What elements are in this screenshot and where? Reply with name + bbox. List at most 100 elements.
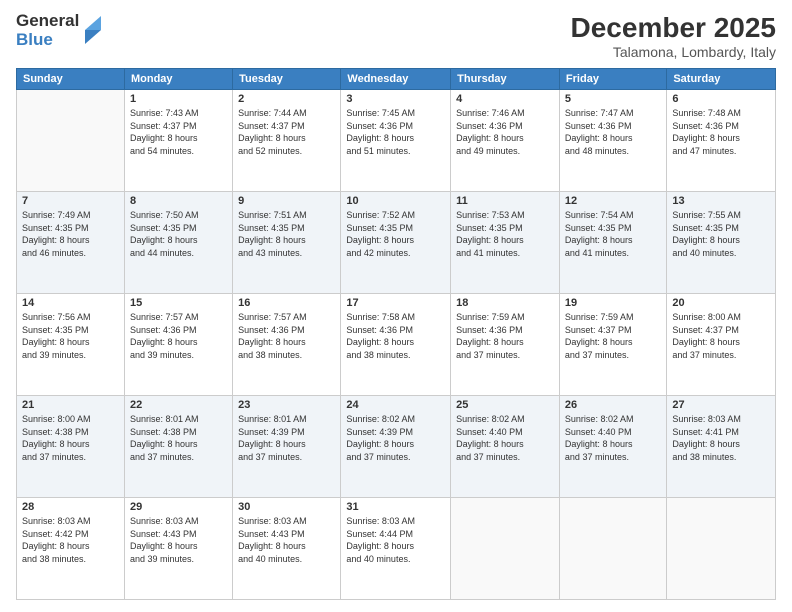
logo-icon (81, 16, 101, 46)
day-info: Sunrise: 7:50 AM Sunset: 4:35 PM Dayligh… (130, 209, 227, 259)
table-row: 26 Sunrise: 8:02 AM Sunset: 4:40 PM Dayli… (559, 396, 666, 498)
table-row: 11Sunrise: 7:53 AM Sunset: 4:35 PM Dayli… (451, 192, 560, 294)
day-info: Sunrise: 7:48 AM Sunset: 4:36 PM Dayligh… (672, 107, 770, 157)
day-number: 27 (672, 399, 770, 411)
day-info: Sunrise: 8:00 AM Sunset: 4:38 PM Dayligh… (22, 413, 119, 463)
table-row: 10 Sunrise: 7:52 AM Sunset: 4:35 PM Dayli… (341, 192, 451, 294)
day-info: Sunrise: 8:02 AM Sunset: 4:39 PM Dayligh… (346, 413, 445, 463)
table-row: 30Sunrise: 8:03 AM Sunset: 4:43 PM Dayli… (233, 498, 341, 600)
day-info: Sunrise: 7:55 AM Sunset: 4:35 PM Dayligh… (672, 209, 770, 259)
calendar-week-row: 21Sunrise: 8:00 AM Sunset: 4:38 PM Dayli… (17, 396, 776, 498)
table-row: 27 Sunrise: 8:03 AM Sunset: 4:41 PM Dayli… (667, 396, 776, 498)
day-number: 13 (672, 195, 770, 207)
header: General Blue December 2025 Talamona, Lom… (16, 12, 776, 60)
calendar-week-row: 7 Sunrise: 7:49 AM Sunset: 4:35 PM Daylig… (17, 192, 776, 294)
day-info: Sunrise: 7:54 AM Sunset: 4:35 PM Dayligh… (565, 209, 661, 259)
calendar-week-row: 28Sunrise: 8:03 AM Sunset: 4:42 PM Dayli… (17, 498, 776, 600)
table-row: 1 Sunrise: 7:43 AM Sunset: 4:37 PM Daylig… (124, 90, 232, 192)
day-info: Sunrise: 8:01 AM Sunset: 4:38 PM Dayligh… (130, 413, 227, 463)
day-info: Sunrise: 7:47 AM Sunset: 4:36 PM Dayligh… (565, 107, 661, 157)
day-number: 24 (346, 399, 445, 411)
table-row (559, 498, 666, 600)
table-row: 9 Sunrise: 7:51 AM Sunset: 4:35 PM Daylig… (233, 192, 341, 294)
day-number: 18 (456, 297, 554, 309)
day-number: 11 (456, 195, 554, 207)
calendar-week-row: 14Sunrise: 7:56 AM Sunset: 4:35 PM Dayli… (17, 294, 776, 396)
table-row: 24 Sunrise: 8:02 AM Sunset: 4:39 PM Dayli… (341, 396, 451, 498)
day-info: Sunrise: 7:57 AM Sunset: 4:36 PM Dayligh… (130, 311, 227, 361)
calendar-table: Sunday Monday Tuesday Wednesday Thursday… (16, 68, 776, 600)
col-thursday: Thursday (451, 69, 560, 90)
col-monday: Monday (124, 69, 232, 90)
col-friday: Friday (559, 69, 666, 90)
table-row: 15 Sunrise: 7:57 AM Sunset: 4:36 PM Dayli… (124, 294, 232, 396)
table-row: 16 Sunrise: 7:57 AM Sunset: 4:36 PM Dayli… (233, 294, 341, 396)
calendar-week-row: 1 Sunrise: 7:43 AM Sunset: 4:37 PM Daylig… (17, 90, 776, 192)
table-row: 8 Sunrise: 7:50 AM Sunset: 4:35 PM Daylig… (124, 192, 232, 294)
table-row: 31 Sunrise: 8:03 AM Sunset: 4:44 PM Dayli… (341, 498, 451, 600)
table-row: 18 Sunrise: 7:59 AM Sunset: 4:36 PM Dayli… (451, 294, 560, 396)
day-info: Sunrise: 7:43 AM Sunset: 4:37 PM Dayligh… (130, 107, 227, 157)
day-info: Sunrise: 7:45 AM Sunset: 4:36 PM Dayligh… (346, 107, 445, 157)
day-number: 5 (565, 93, 661, 105)
day-info: Sunrise: 8:03 AM Sunset: 4:43 PM Dayligh… (238, 515, 335, 565)
table-row: 12Sunrise: 7:54 AM Sunset: 4:35 PM Dayli… (559, 192, 666, 294)
table-row: 25 Sunrise: 8:02 AM Sunset: 4:40 PM Dayli… (451, 396, 560, 498)
day-info: Sunrise: 7:57 AM Sunset: 4:36 PM Dayligh… (238, 311, 335, 361)
day-info: Sunrise: 7:46 AM Sunset: 4:36 PM Dayligh… (456, 107, 554, 157)
day-number: 16 (238, 297, 335, 309)
day-number: 9 (238, 195, 335, 207)
col-tuesday: Tuesday (233, 69, 341, 90)
day-info: Sunrise: 8:03 AM Sunset: 4:41 PM Dayligh… (672, 413, 770, 463)
location: Talamona, Lombardy, Italy (571, 44, 776, 60)
table-row: 13 Sunrise: 7:55 AM Sunset: 4:35 PM Dayli… (667, 192, 776, 294)
day-number: 8 (130, 195, 227, 207)
col-wednesday: Wednesday (341, 69, 451, 90)
col-saturday: Saturday (667, 69, 776, 90)
logo-general: General (16, 12, 79, 31)
day-info: Sunrise: 7:49 AM Sunset: 4:35 PM Dayligh… (22, 209, 119, 259)
day-number: 1 (130, 93, 227, 105)
day-number: 6 (672, 93, 770, 105)
day-info: Sunrise: 8:03 AM Sunset: 4:42 PM Dayligh… (22, 515, 119, 565)
day-number: 22 (130, 399, 227, 411)
day-number: 2 (238, 93, 335, 105)
day-number: 26 (565, 399, 661, 411)
day-info: Sunrise: 8:01 AM Sunset: 4:39 PM Dayligh… (238, 413, 335, 463)
day-number: 15 (130, 297, 227, 309)
day-info: Sunrise: 7:52 AM Sunset: 4:35 PM Dayligh… (346, 209, 445, 259)
day-info: Sunrise: 7:58 AM Sunset: 4:36 PM Dayligh… (346, 311, 445, 361)
table-row: 14Sunrise: 7:56 AM Sunset: 4:35 PM Dayli… (17, 294, 125, 396)
day-number: 29 (130, 501, 227, 513)
table-row: 21Sunrise: 8:00 AM Sunset: 4:38 PM Dayli… (17, 396, 125, 498)
table-row: 17 Sunrise: 7:58 AM Sunset: 4:36 PM Dayli… (341, 294, 451, 396)
day-number: 23 (238, 399, 335, 411)
day-info: Sunrise: 7:51 AM Sunset: 4:35 PM Dayligh… (238, 209, 335, 259)
day-number: 3 (346, 93, 445, 105)
table-row: 5 Sunrise: 7:47 AM Sunset: 4:36 PM Daylig… (559, 90, 666, 192)
day-info: Sunrise: 7:56 AM Sunset: 4:35 PM Dayligh… (22, 311, 119, 361)
table-row: 3 Sunrise: 7:45 AM Sunset: 4:36 PM Daylig… (341, 90, 451, 192)
day-number: 17 (346, 297, 445, 309)
day-info: Sunrise: 8:02 AM Sunset: 4:40 PM Dayligh… (456, 413, 554, 463)
table-row: 28Sunrise: 8:03 AM Sunset: 4:42 PM Dayli… (17, 498, 125, 600)
day-number: 10 (346, 195, 445, 207)
table-row (17, 90, 125, 192)
day-info: Sunrise: 8:02 AM Sunset: 4:40 PM Dayligh… (565, 413, 661, 463)
logo-text: General Blue (16, 12, 79, 49)
table-row: 23 Sunrise: 8:01 AM Sunset: 4:39 PM Dayli… (233, 396, 341, 498)
day-number: 31 (346, 501, 445, 513)
table-row: 19Sunrise: 7:59 AM Sunset: 4:37 PM Dayli… (559, 294, 666, 396)
day-info: Sunrise: 7:44 AM Sunset: 4:37 PM Dayligh… (238, 107, 335, 157)
table-row: 29Sunrise: 8:03 AM Sunset: 4:43 PM Dayli… (124, 498, 232, 600)
day-number: 25 (456, 399, 554, 411)
day-info: Sunrise: 8:03 AM Sunset: 4:44 PM Dayligh… (346, 515, 445, 565)
day-number: 7 (22, 195, 119, 207)
table-row: 6 Sunrise: 7:48 AM Sunset: 4:36 PM Daylig… (667, 90, 776, 192)
logo: General Blue (16, 12, 101, 49)
day-info: Sunrise: 7:59 AM Sunset: 4:36 PM Dayligh… (456, 311, 554, 361)
month-title: December 2025 (571, 12, 776, 44)
day-number: 20 (672, 297, 770, 309)
day-info: Sunrise: 8:00 AM Sunset: 4:37 PM Dayligh… (672, 311, 770, 361)
day-number: 19 (565, 297, 661, 309)
